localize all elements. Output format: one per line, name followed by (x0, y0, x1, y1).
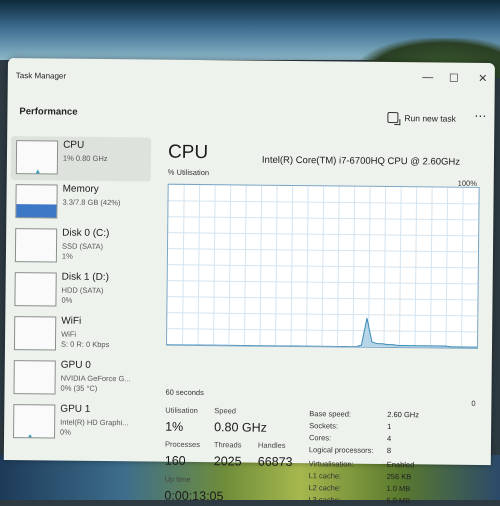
uptime-value: 0:00:13:05 (164, 488, 224, 504)
device-usage: 1% (61, 251, 73, 261)
speed-label: Speed (214, 406, 237, 416)
spec-label: Cores: (308, 433, 332, 443)
device-item-disk-1[interactable]: Disk 1 (D:) HDD (SATA) 0% (9, 268, 149, 313)
device-detail: Intel(R) HD Graphi... (60, 417, 129, 428)
gpu-1-thumbnail-graph (13, 404, 56, 439)
device-item-memory[interactable]: Memory 3.3/7.8 GB (42%) (10, 180, 150, 225)
device-usage: 0% (60, 427, 71, 437)
device-name: GPU 0 (60, 359, 91, 371)
disk-0-thumbnail-graph (14, 228, 58, 263)
device-name: GPU 1 (60, 403, 91, 415)
threads-label: Threads (213, 440, 242, 450)
spec-value: 4 (386, 433, 392, 444)
device-name: Disk 0 (C:) (62, 227, 110, 240)
more-options-icon[interactable]: ⋯ (474, 109, 486, 123)
device-item-disk-0[interactable]: Disk 0 (C:) SSD (SATA) 1% (10, 224, 150, 269)
utilisation-label: Utilisation (165, 405, 198, 416)
title-bar[interactable]: Task Manager — ☐ ✕ (8, 58, 495, 97)
cpu-model-name: Intel(R) Core(TM) i7-6700HQ CPU @ 2.60GH… (261, 154, 461, 168)
page-header: Performance Run new task ⋯ (7, 92, 494, 141)
spec-value: 6.0 MB (386, 495, 411, 506)
spec-value: 8 (386, 445, 392, 456)
device-detail: 3.3/7.8 GB (42%) (62, 197, 121, 208)
processes-value: 160 (164, 453, 186, 468)
task-manager-window: Task Manager — ☐ ✕ Performance Run new t… (3, 58, 495, 505)
device-name: Disk 1 (D:) (61, 271, 109, 284)
processes-label: Processes (164, 439, 201, 450)
cpu-detail-panel: CPU Intel(R) Core(TM) i7-6700HQ CPU @ 2.… (159, 138, 488, 505)
run-task-icon (387, 111, 399, 124)
spec-label: Sockets: (309, 421, 338, 431)
spec-label: L1 cache: (308, 471, 342, 481)
app-title: Task Manager (15, 71, 67, 81)
device-item-gpu-0[interactable]: GPU 0 NVIDIA GeForce G... 0% (35 °C) (8, 356, 148, 401)
uptime-label: Up time (164, 474, 191, 484)
utilisation-value: 1% (165, 419, 184, 434)
spec-label: Virtualisation: (308, 459, 354, 469)
cpu-utilisation-graph (165, 183, 480, 349)
spec-value: 1 (387, 421, 392, 432)
handles-label: Handles (257, 440, 286, 450)
disk-1-thumbnail-graph (14, 272, 57, 307)
device-usage: 0% (35 °C) (60, 383, 98, 393)
device-detail: 1% 0.80 GHz (62, 153, 108, 164)
gpu-0-thumbnail-graph (13, 360, 56, 395)
cpu-graph-svg (167, 184, 479, 348)
spec-value: 256 KB (386, 471, 412, 482)
speed-value: 0.80 GHz (214, 420, 268, 435)
minimize-button[interactable]: — (418, 71, 438, 83)
device-detail: NVIDIA GeForce G... (60, 373, 131, 384)
utilisation-axis-label: % Utilisation (167, 167, 210, 178)
device-detail: WiFi (61, 329, 77, 339)
page-title: Performance (19, 106, 78, 118)
device-name: Memory (62, 183, 99, 195)
spec-label: Logical processors: (308, 445, 374, 455)
device-list: CPU 1% 0.80 GHz Memory 3.3/7.8 GB (42%) … (4, 136, 152, 461)
device-item-gpu-1[interactable]: GPU 1 Intel(R) HD Graphi... 0% (8, 400, 148, 445)
device-usage: S: 0 R: 0 Kbps (60, 339, 110, 350)
cpu-thumbnail-graph (15, 140, 59, 175)
maximize-button[interactable]: ☐ (444, 72, 464, 85)
handles-value: 66873 (257, 454, 293, 470)
close-button[interactable]: ✕ (473, 72, 493, 85)
device-usage: 0% (61, 295, 73, 305)
spec-label: Base speed: (309, 409, 352, 419)
cpu-heading: CPU (167, 141, 209, 164)
threads-value: 2025 (213, 454, 242, 469)
memory-thumbnail-graph (15, 184, 58, 219)
device-item-cpu[interactable]: CPU 1% 0.80 GHz (10, 136, 152, 182)
device-item-wifi[interactable]: WiFi WiFi S: 0 R: 0 Kbps (9, 312, 149, 357)
spec-value: 1.0 MB (386, 483, 411, 494)
spec-value: 2.60 GHz (387, 409, 420, 420)
device-detail: HDD (SATA) (61, 285, 104, 296)
y-min-label: 0 (471, 398, 476, 408)
device-detail: SSD (SATA) (61, 241, 104, 252)
device-name: CPU (63, 139, 85, 151)
run-new-task-label: Run new task (404, 112, 456, 124)
x-range-label: 60 seconds (165, 387, 204, 398)
device-name: WiFi (61, 315, 82, 327)
run-new-task-button[interactable]: Run new task (387, 111, 456, 124)
wifi-thumbnail-graph (13, 316, 57, 351)
spec-value: Enabled (386, 459, 415, 470)
spec-label: L2 cache: (308, 483, 342, 493)
